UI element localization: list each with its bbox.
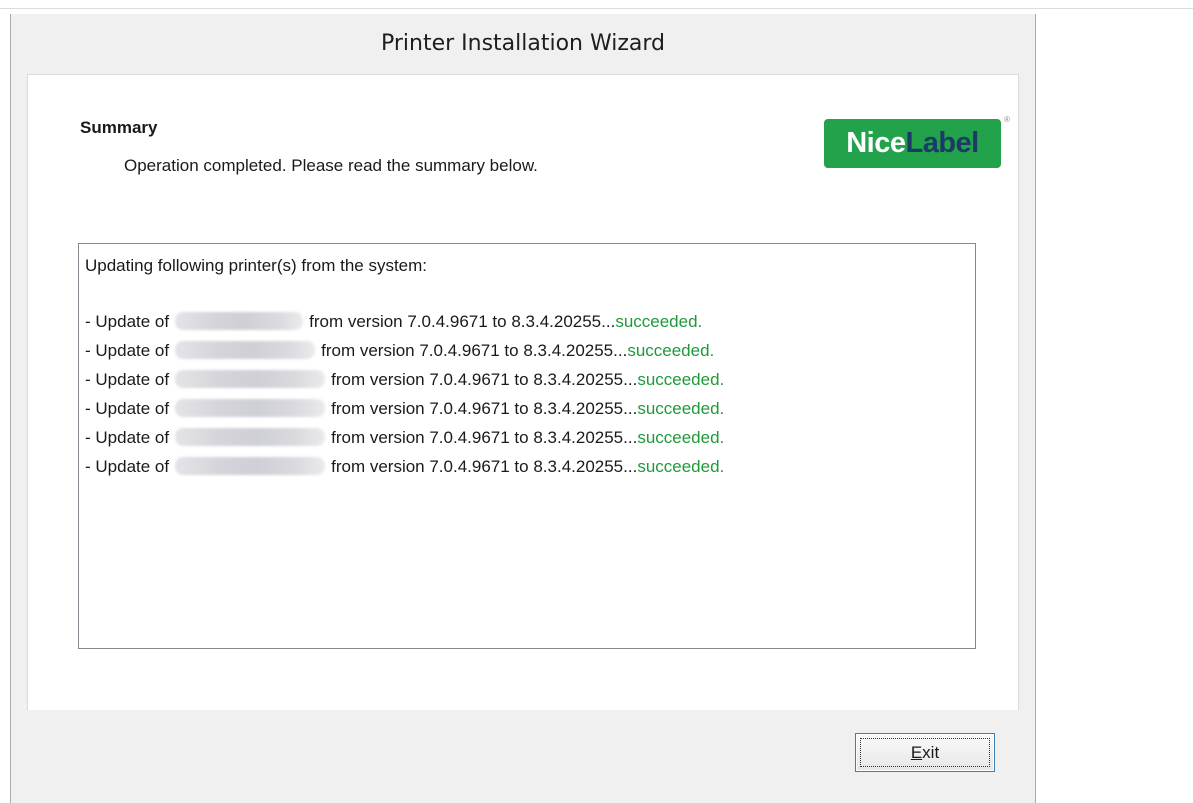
redacted-printer-name bbox=[175, 457, 326, 475]
row-detail: from version 7.0.4.9671 to 8.3.4.20255..… bbox=[321, 341, 628, 360]
redacted-printer-name bbox=[175, 370, 326, 388]
page-subheading: Operation completed. Please read the sum… bbox=[124, 156, 538, 175]
logo-nice-text: Nice bbox=[846, 127, 906, 159]
row-status: succeeded. bbox=[637, 457, 725, 476]
wizard-window: Printer Installation Wizard Summary Oper… bbox=[10, 14, 1036, 803]
redacted-printer-name bbox=[175, 312, 304, 330]
logo-registered-mark: ® bbox=[1004, 115, 1010, 124]
exit-button[interactable]: Exit bbox=[855, 733, 995, 772]
summary-row: - Update of from version 7.0.4.9671 to 8… bbox=[85, 369, 975, 398]
row-prefix: - Update of bbox=[85, 428, 170, 447]
row-prefix: - Update of bbox=[85, 457, 170, 476]
row-detail: from version 7.0.4.9671 to 8.3.4.20255..… bbox=[331, 457, 638, 476]
row-status: succeeded. bbox=[637, 428, 725, 447]
summary-row: - Update of from version 7.0.4.9671 to 8… bbox=[85, 311, 975, 340]
summary-intro: Updating following printer(s) from the s… bbox=[85, 256, 428, 275]
row-status: succeeded. bbox=[627, 341, 715, 360]
row-detail: from version 7.0.4.9671 to 8.3.4.20255..… bbox=[331, 399, 638, 418]
redacted-printer-name bbox=[175, 428, 326, 446]
page-heading: Summary bbox=[80, 118, 158, 137]
summary-row: - Update of from version 7.0.4.9671 to 8… bbox=[85, 398, 975, 427]
summary-row: - Update of from version 7.0.4.9671 to 8… bbox=[85, 427, 975, 456]
row-prefix: - Update of bbox=[85, 341, 170, 360]
row-detail: from version 7.0.4.9671 to 8.3.4.20255..… bbox=[331, 370, 638, 389]
top-divider bbox=[0, 8, 1193, 9]
nicelabel-logo: Nice Label bbox=[824, 119, 1001, 168]
row-status: succeeded. bbox=[637, 370, 725, 389]
redacted-printer-name bbox=[175, 399, 326, 417]
summary-row: - Update of from version 7.0.4.9671 to 8… bbox=[85, 456, 975, 485]
summary-text-box[interactable]: Updating following printer(s) from the s… bbox=[78, 243, 976, 649]
row-prefix: - Update of bbox=[85, 399, 170, 418]
content-panel: Summary Operation completed. Please read… bbox=[27, 74, 1019, 724]
summary-rows: - Update of from version 7.0.4.9671 to 8… bbox=[85, 311, 975, 485]
row-status: succeeded. bbox=[615, 312, 703, 331]
exit-button-label: Exit bbox=[910, 742, 940, 762]
row-prefix: - Update of bbox=[85, 312, 170, 331]
row-detail: from version 7.0.4.9671 to 8.3.4.20255..… bbox=[309, 312, 616, 331]
window-title: Printer Installation Wizard bbox=[380, 31, 666, 56]
redacted-printer-name bbox=[175, 341, 316, 359]
summary-row: - Update of from version 7.0.4.9671 to 8… bbox=[85, 340, 975, 369]
row-status: succeeded. bbox=[637, 399, 725, 418]
row-prefix: - Update of bbox=[85, 370, 170, 389]
row-detail: from version 7.0.4.9671 to 8.3.4.20255..… bbox=[331, 428, 638, 447]
logo-label-text: Label bbox=[905, 127, 980, 159]
